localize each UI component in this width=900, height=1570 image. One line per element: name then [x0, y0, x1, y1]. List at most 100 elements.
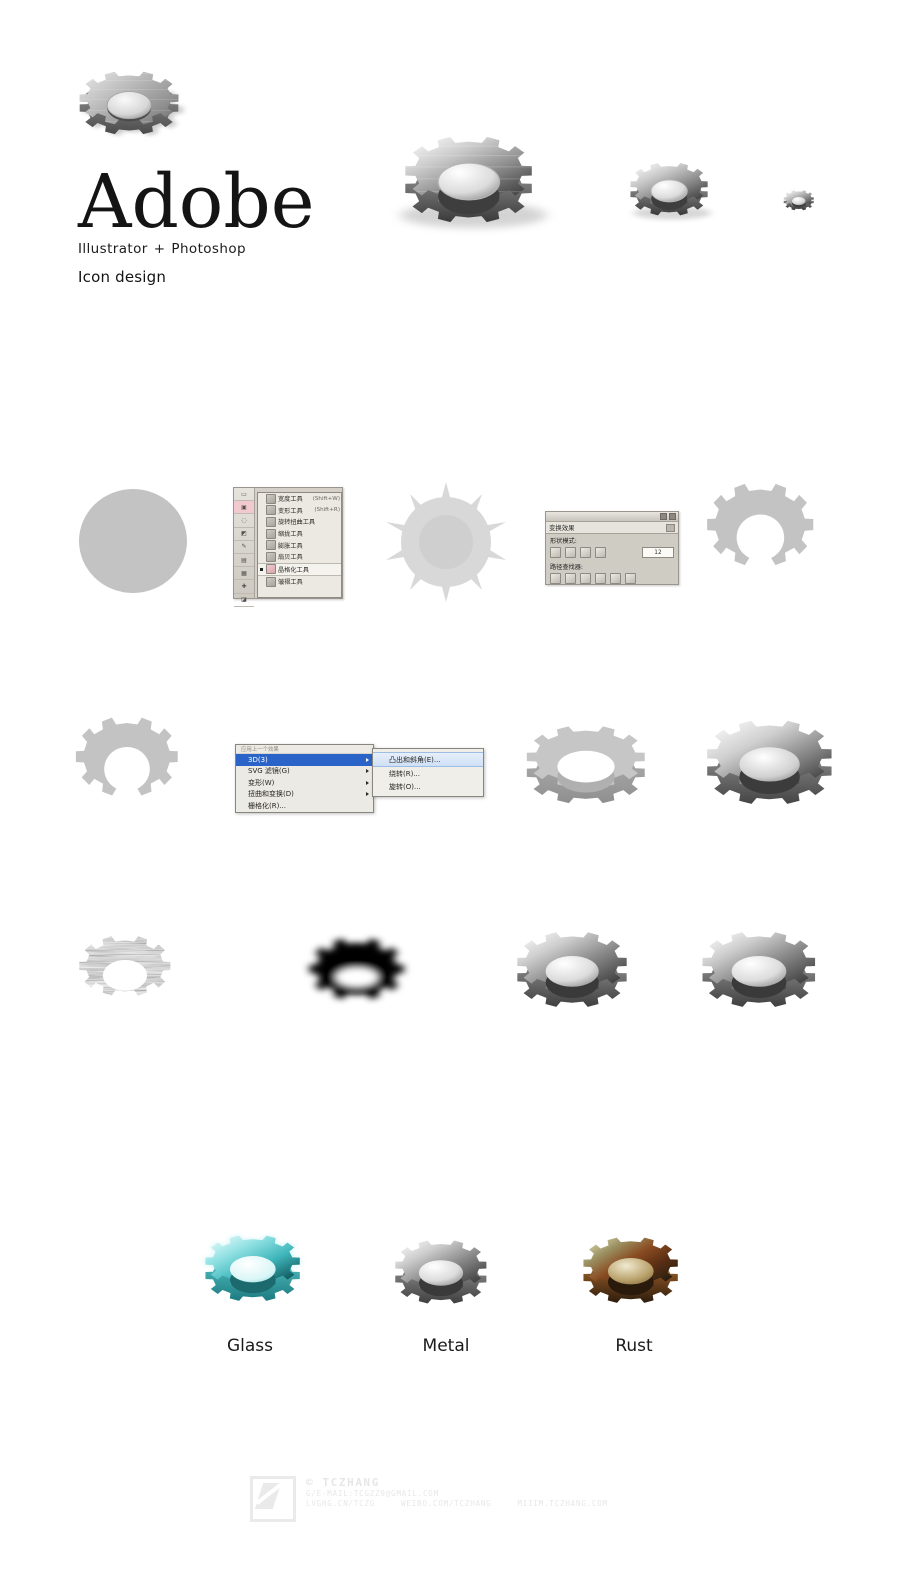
divide-icon[interactable]: [550, 573, 561, 584]
submenu-item-extrude-bevel[interactable]: 凸出和斜角(E)...: [373, 752, 483, 767]
pathfinder-label: 路径查找器:: [550, 564, 584, 571]
tool-cell-7[interactable]: ✚: [234, 580, 254, 594]
gear-outline-shape-row2: [700, 482, 830, 602]
flyout-item-label-5: 扇贝工具: [278, 554, 303, 562]
minus-back-icon[interactable]: [625, 573, 636, 584]
effect-menu-item-warp[interactable]: 变形(W): [236, 777, 373, 789]
tagline: Icon design: [78, 268, 167, 286]
software-line: Illustrator + Photoshop: [78, 241, 408, 257]
flyout-item-6-crystallize-selected[interactable]: 晶格化工具: [258, 562, 341, 577]
material-label-glass: Glass: [226, 1336, 274, 1356]
effect-menu-label-4: 栅格化(R)...: [248, 801, 287, 810]
gear-outline-shape-row3: [70, 717, 195, 834]
collapse-icon[interactable]: [660, 513, 667, 520]
flyout-item-0[interactable]: 宽度工具 (Shift+W): [258, 493, 341, 505]
close-icon[interactable]: [669, 513, 676, 520]
material-label-metal: Metal: [422, 1336, 470, 1356]
watermark-link-1: WEIBO.COM/TCZHANG: [401, 1499, 492, 1508]
gear-material-metal: [382, 1235, 517, 1340]
width-tool-icon: [266, 493, 276, 504]
effect-menu-item-distort-transform[interactable]: 扭曲和变换(D): [236, 789, 373, 801]
effect-menu-label-0: 3D(3): [248, 755, 268, 764]
star-burst-shape: [382, 480, 510, 605]
flyout-item-5[interactable]: 扇贝工具: [258, 551, 341, 563]
tool-cell-0[interactable]: ▭: [234, 488, 254, 502]
effect-menu-item-3d[interactable]: 3D(3): [236, 754, 373, 766]
intersect-icon[interactable]: [580, 547, 591, 558]
flyout-item-label-0: 宽度工具: [278, 496, 303, 504]
submenu-label-1: 绕转(R)...: [389, 769, 421, 778]
flyout-item-label-6: 晶格化工具: [278, 566, 309, 574]
effect-menu[interactable]: 应用上一个效果 3D(3) SVG 滤镜(G) 变形(W) 扭曲和变换(D) 栅…: [235, 744, 374, 813]
scallop-tool-icon: [266, 551, 276, 562]
tool-cell-5[interactable]: ▤: [234, 554, 254, 568]
watermark-links: LVGHG.CN/TCZG WEIBO.COM/TCZHANG MIIIM.TC…: [306, 1499, 608, 1509]
footer-watermark: © TCZHANG G/E-MAIL:TCGZZ9@GMAIL.COM LVGH…: [250, 1476, 670, 1528]
amount-field[interactable]: 12: [642, 547, 674, 558]
flyout-item-shortcut-1: (Shift+R): [314, 507, 340, 514]
flyout-item-label-4: 膨胀工具: [278, 542, 303, 550]
submenu-arrow-icon-2: [366, 780, 369, 785]
unite-icon[interactable]: [550, 547, 561, 558]
effect-menu-label-3: 扭曲和变换(D): [248, 790, 294, 799]
tool-strip[interactable]: ▭ ▣ ◌ ◩ ✎ ▤ ▦ ✚ ◪: [234, 488, 255, 607]
selection-dot-6: [260, 567, 263, 571]
effect-menu-label-2: 变形(W): [248, 778, 275, 787]
pathfinder-buttons[interactable]: [550, 573, 674, 584]
wrinkle-tool-icon: [266, 576, 276, 587]
watermark-logo-icon: [250, 1476, 296, 1522]
flyout-item-4[interactable]: 膨胀工具: [258, 539, 341, 551]
effect-menu-label-1: SVG 滤镜(G): [248, 767, 290, 776]
hero-gear-small: [620, 158, 730, 244]
submenu-item-rotate[interactable]: 旋转(O)...: [373, 780, 483, 793]
watermark-link-0: LVGHG.CN/TCZG: [306, 1499, 376, 1508]
gear-metal-brushed-1: [505, 928, 665, 1040]
submenu-item-revolve[interactable]: 绕转(R)...: [373, 767, 483, 780]
watermark-email: G/E-MAIL:TCGZZ9@GMAIL.COM: [306, 1489, 439, 1498]
flyout-item-2[interactable]: 旋转扭曲工具: [258, 516, 341, 528]
outline-icon[interactable]: [610, 573, 621, 584]
twirl-tool-icon: [266, 516, 276, 527]
effect-menu-item-svg-filters[interactable]: SVG 滤镜(G): [236, 766, 373, 778]
crop-icon[interactable]: [595, 573, 606, 584]
panel-menu-icon[interactable]: [666, 523, 675, 532]
tool-flyout-list[interactable]: 宽度工具 (Shift+W) 变形工具 (Shift+R) 旋转扭曲工具 缩拢工…: [257, 492, 342, 598]
tool-cell-warp-selected[interactable]: ▣: [234, 501, 254, 515]
crystallize-tool-icon: [266, 564, 276, 575]
blurred-shadow-texture: [298, 930, 448, 1045]
flyout-item-label-7: 皱褶工具: [278, 579, 303, 587]
panel-tab[interactable]: 变换效果: [546, 522, 678, 534]
tool-cell-8[interactable]: ◪: [234, 594, 254, 607]
effect-menu-item-rasterize[interactable]: 栅格化(R)...: [236, 800, 373, 812]
tool-cell-2[interactable]: ◌: [234, 514, 254, 528]
title-block: Adobe Illustrator + Photoshop Icon design: [78, 165, 408, 286]
pathfinder-section: 路径查找器:: [546, 558, 678, 584]
tool-cell-3[interactable]: ◩: [234, 528, 254, 541]
shape-mode-section: 形状模式: 12: [546, 534, 678, 558]
effect-submenu-3d[interactable]: 凸出和斜角(E)... 绕转(R)... 旋转(O)...: [372, 748, 484, 797]
minus-front-icon[interactable]: [565, 547, 576, 558]
merge-icon[interactable]: [580, 573, 591, 584]
flyout-item-1[interactable]: 变形工具 (Shift+R): [258, 505, 341, 517]
submenu-label-0: 凸出和斜角(E)...: [389, 755, 441, 764]
flyout-item-7[interactable]: 皱褶工具: [258, 576, 341, 588]
submenu-label-2: 旋转(O)...: [389, 782, 421, 791]
submenu-arrow-icon-0: [366, 757, 369, 762]
tool-cell-6[interactable]: ▦: [234, 567, 254, 581]
illustrator-tool-flyout-panel[interactable]: ▭ ▣ ◌ ◩ ✎ ▤ ▦ ✚ ◪ 宽度工具 (Shift+W) 变形工具 (S…: [233, 487, 343, 607]
exclude-icon[interactable]: [595, 547, 606, 558]
tool-cell-4[interactable]: ✎: [234, 541, 254, 554]
hero-gear-large: [70, 66, 190, 161]
shape-mode-buttons[interactable]: 12: [550, 547, 674, 558]
flyout-item-label-1: 变形工具: [278, 507, 303, 515]
effect-menu-header: 应用上一个效果: [236, 745, 373, 754]
panel-titlebar[interactable]: [546, 512, 678, 522]
bloat-tool-icon: [266, 540, 276, 551]
pucker-tool-icon: [266, 528, 276, 539]
flyout-item-3[interactable]: 缩拢工具: [258, 528, 341, 540]
gear-material-rust: [570, 1232, 705, 1340]
transform-effect-panel[interactable]: 变换效果 形状模式: 12 路径查找器:: [545, 511, 679, 585]
material-label-rust: Rust: [615, 1336, 653, 1356]
hero-gear-tiny: [780, 188, 822, 222]
trim-icon[interactable]: [565, 573, 576, 584]
